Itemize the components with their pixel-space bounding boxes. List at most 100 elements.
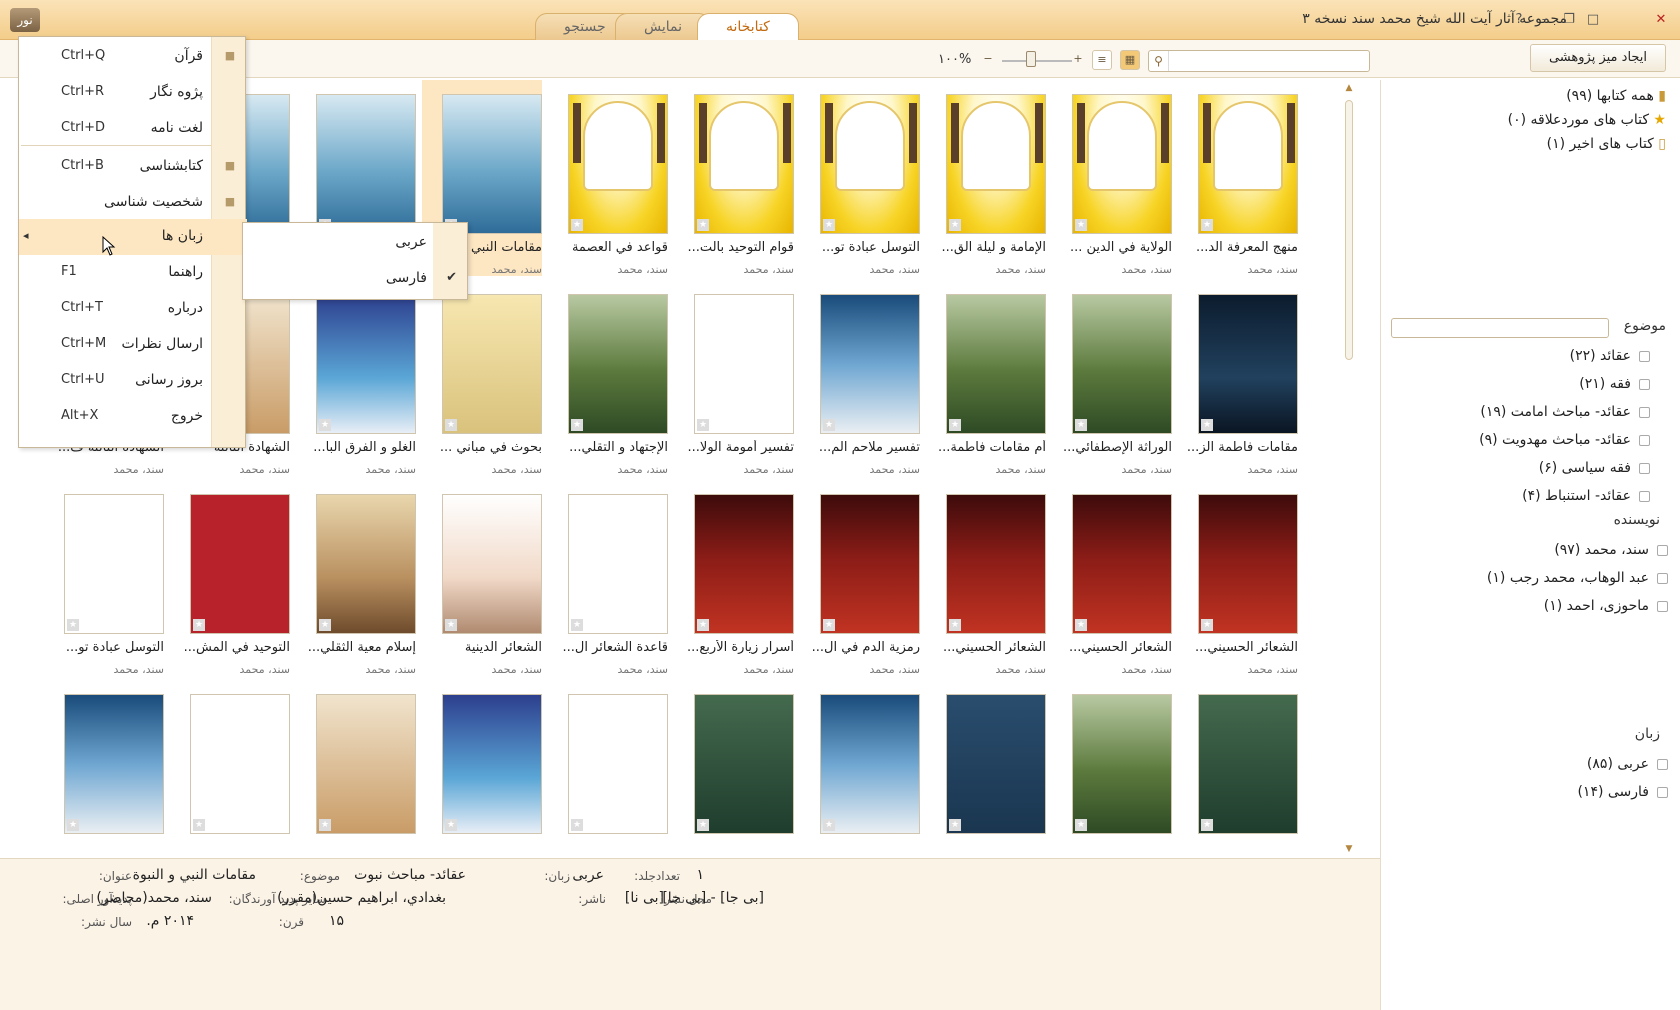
help-icon[interactable]: ? <box>1510 11 1528 29</box>
book-card[interactable]: ★ التوسل عبادة تو... سند، محمد <box>800 80 920 276</box>
scroll-down-icon[interactable]: ▼ <box>1343 843 1355 855</box>
book-cover[interactable]: ★ <box>694 94 794 234</box>
favorite-star-icon[interactable]: ★ <box>949 619 961 631</box>
filter-checkbox[interactable] <box>1639 350 1650 362</box>
filter-option[interactable]: فقه (۲۱) <box>1579 376 1650 392</box>
favorite-star-icon[interactable]: ★ <box>949 419 961 431</box>
book-card[interactable]: ★ إسلام معية الثقلي... سند، محمد <box>296 476 416 676</box>
book-card[interactable]: ★ أسرار زيارة الأربع... سند، محمد <box>674 476 794 676</box>
favorite-star-icon[interactable]: ★ <box>319 819 331 831</box>
scroll-up-icon[interactable]: ▲ <box>1343 82 1355 94</box>
all-books-item[interactable]: ▮ همه کتابها (۹۹) <box>1566 88 1666 104</box>
menu-item-2[interactable]: لغت نامه Ctrl+D <box>19 111 247 147</box>
book-card[interactable]: ★ الشعائر الحسيني... سند، محمد <box>1178 476 1298 676</box>
filter-option[interactable]: عربی (۸۵) <box>1587 756 1668 772</box>
favorite-star-icon[interactable]: ★ <box>193 819 205 831</box>
favorite-star-icon[interactable]: ★ <box>67 619 79 631</box>
book-cover[interactable]: ★ <box>442 294 542 434</box>
filter-checkbox[interactable] <box>1639 490 1650 502</box>
book-cover[interactable]: ★ <box>568 494 668 634</box>
favorite-star-icon[interactable]: ★ <box>319 619 331 631</box>
favorite-star-icon[interactable]: ★ <box>1075 419 1087 431</box>
favorite-star-icon[interactable]: ★ <box>445 619 457 631</box>
app-logo[interactable]: نور <box>10 8 40 32</box>
book-cover[interactable]: ★ <box>316 94 416 234</box>
book-cover[interactable]: ★ <box>946 494 1046 634</box>
zoom-slider-thumb[interactable] <box>1026 51 1036 67</box>
book-card[interactable]: ★ <box>1052 676 1172 857</box>
book-cover[interactable]: ★ <box>1198 694 1298 834</box>
filter-option[interactable]: عقائد (۲۲) <box>1570 348 1650 364</box>
menu-item-1[interactable]: پژوه نگار Ctrl+R <box>19 75 247 111</box>
scroll-thumb[interactable] <box>1345 100 1353 360</box>
book-card[interactable]: ★ الوراثة الإصطفائي... سند، محمد <box>1052 276 1172 476</box>
favorite-star-icon[interactable]: ★ <box>697 819 709 831</box>
favorite-star-icon[interactable]: ★ <box>571 419 583 431</box>
book-card[interactable]: ★ الشعائر الدينية سند، محمد <box>422 476 542 676</box>
book-cover[interactable]: ★ <box>1072 694 1172 834</box>
book-card[interactable]: ★ منهج المعرفة الد... سند، محمد <box>1178 80 1298 276</box>
book-card[interactable]: ★ تفسير ملاحم الم... سند، محمد <box>800 276 920 476</box>
favorite-star-icon[interactable]: ★ <box>697 219 709 231</box>
minimize-icon[interactable]: – <box>1536 11 1554 29</box>
menu-item-0[interactable]: قرآن Ctrl+Q ■ <box>19 39 247 75</box>
filter-checkbox[interactable] <box>1639 434 1650 446</box>
maximize-icon[interactable]: □ <box>1584 11 1602 29</box>
book-card[interactable]: ★ مقامات فاطمة الز... سند، محمد <box>1178 276 1298 476</box>
filter-option[interactable]: ماحوزی، احمد (۱) <box>1544 598 1668 614</box>
book-cover[interactable]: ★ <box>568 294 668 434</box>
favorite-star-icon[interactable]: ★ <box>67 819 79 831</box>
submenu-item-persian[interactable]: ✔ فارسی <box>243 261 469 298</box>
menu-item-5[interactable]: زبان ها ◂ <box>19 219 247 255</box>
book-cover[interactable]: ★ <box>1072 294 1172 434</box>
book-card[interactable]: ★ الإجتهاد و التقلي... سند، محمد <box>548 276 668 476</box>
book-cover[interactable]: ★ <box>316 294 416 434</box>
filter-option[interactable]: سند، محمد (۹۷) <box>1554 542 1668 558</box>
book-card[interactable]: ★ <box>44 676 164 857</box>
book-cover[interactable]: ★ <box>64 694 164 834</box>
menu-item-10[interactable]: خروج Alt+X <box>19 399 247 435</box>
favorite-star-icon[interactable]: ★ <box>445 419 457 431</box>
book-card[interactable]: ★ <box>296 676 416 857</box>
filter-option[interactable]: عبد الوهاب، محمد رجب (۱) <box>1487 570 1668 586</box>
favorite-star-icon[interactable]: ★ <box>445 819 457 831</box>
menu-item-8[interactable]: ارسال نظرات Ctrl+M <box>19 327 247 363</box>
zoom-slider-track[interactable] <box>1002 60 1072 62</box>
book-card[interactable]: ★ الولاية في الدين ... سند، محمد <box>1052 80 1172 276</box>
favorite-star-icon[interactable]: ★ <box>1201 619 1213 631</box>
book-cover[interactable]: ★ <box>946 694 1046 834</box>
book-cover[interactable]: ★ <box>1072 494 1172 634</box>
book-cover[interactable]: ★ <box>946 94 1046 234</box>
grid-scrollbar[interactable]: ▲ ▼ <box>1340 80 1358 857</box>
menu-item-6[interactable]: راهنما F1 <box>19 255 247 291</box>
favorite-star-icon[interactable]: ★ <box>193 619 205 631</box>
library-search-input[interactable] <box>1148 50 1370 72</box>
book-card[interactable]: ★ <box>170 676 290 857</box>
favorite-star-icon[interactable]: ★ <box>823 419 835 431</box>
filter-checkbox[interactable] <box>1657 600 1668 612</box>
book-card[interactable]: ★ تفسير أمومة الولا... سند، محمد <box>674 276 794 476</box>
book-cover[interactable]: ★ <box>694 494 794 634</box>
favorite-star-icon[interactable]: ★ <box>571 619 583 631</box>
filter-option[interactable]: فقه سیاسی (۶) <box>1539 460 1650 476</box>
topic-search-input[interactable] <box>1391 318 1609 338</box>
favorite-books-item[interactable]: ★ کتاب های موردعلاقه (۰) <box>1508 112 1666 128</box>
book-cover[interactable]: ★ <box>694 694 794 834</box>
book-card[interactable]: ★ قاعدة الشعائر ال... سند، محمد <box>548 476 668 676</box>
filter-checkbox[interactable] <box>1657 786 1668 798</box>
book-cover[interactable]: ★ <box>442 94 542 234</box>
book-cover[interactable]: ★ <box>694 294 794 434</box>
filter-checkbox[interactable] <box>1639 462 1650 474</box>
filter-checkbox[interactable] <box>1639 378 1650 390</box>
book-cover[interactable]: ★ <box>1198 94 1298 234</box>
book-card[interactable]: ★ <box>674 676 794 857</box>
favorite-star-icon[interactable]: ★ <box>319 419 331 431</box>
book-cover[interactable]: ★ <box>190 694 290 834</box>
book-card[interactable]: ★ <box>422 676 542 857</box>
book-cover[interactable]: ★ <box>442 694 542 834</box>
favorite-star-icon[interactable]: ★ <box>697 419 709 431</box>
book-cover[interactable]: ★ <box>820 94 920 234</box>
recent-books-item[interactable]: ▯ کتاب های اخیر (۱) <box>1547 136 1666 152</box>
book-cover[interactable]: ★ <box>190 494 290 634</box>
book-cover[interactable]: ★ <box>442 494 542 634</box>
